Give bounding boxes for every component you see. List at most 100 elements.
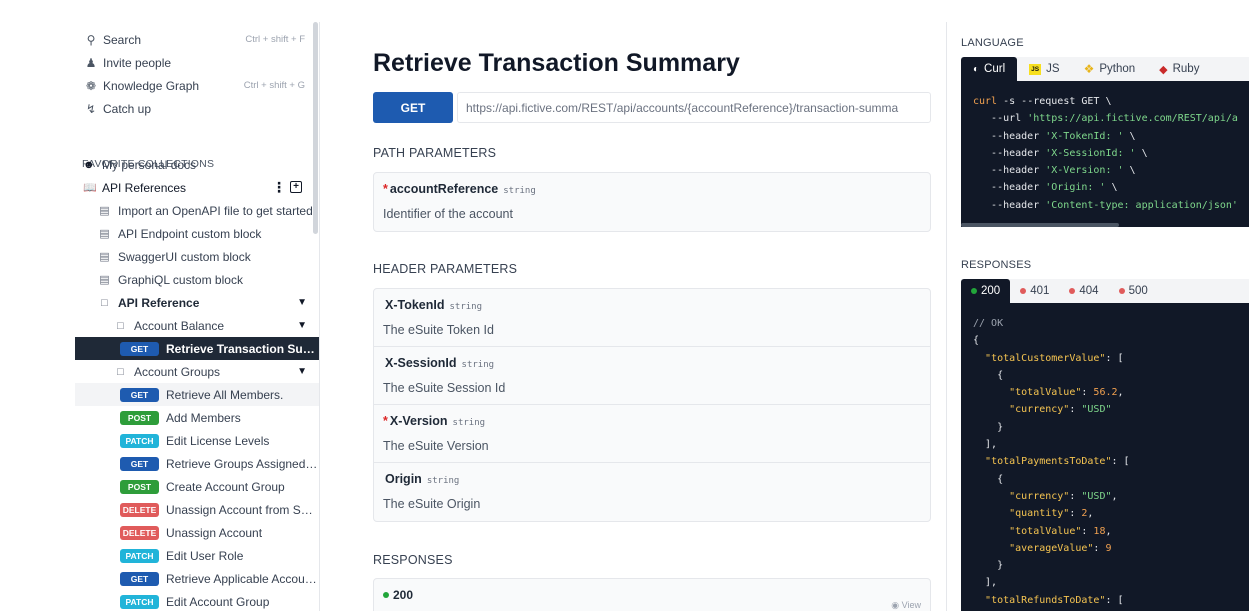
tab-response-500[interactable]: 500 xyxy=(1109,279,1158,303)
sidebar: ⚲ Search Ctrl + shift + F ♟ Invite peopl… xyxy=(75,22,320,611)
response-code-group: 200 xyxy=(383,588,413,602)
tab-ruby[interactable]: ◆ Ruby xyxy=(1147,57,1211,81)
json-key: "totalValue" xyxy=(1009,387,1082,399)
sidebar-doc-import-openapi[interactable]: ▤ Import an OpenAPI file to get started xyxy=(99,199,313,222)
json-key: "averageValue" xyxy=(1009,542,1094,554)
code-line: --header 'X-Version: ' \ xyxy=(973,162,1238,179)
sidebar-endpoint[interactable]: PATCH Edit Account Group xyxy=(75,590,319,611)
collection-actions: ⋮ + xyxy=(272,180,302,194)
required-marker: * xyxy=(383,182,388,196)
sidebar-doc-swaggerui[interactable]: ▤ SwaggerUI custom block xyxy=(99,245,251,268)
sidebar-folder-api-reference[interactable]: □ API Reference ▼ xyxy=(99,291,313,314)
code-line: --header 'Origin: ' \ xyxy=(973,179,1238,196)
sidebar-endpoint[interactable]: GET Retrieve Groups Assigned t... xyxy=(75,452,319,475)
response-code-block[interactable]: // OK { "totalCustomerValue": [ { "totalV… xyxy=(961,303,1249,611)
tab-curl[interactable]: ◐ Curl xyxy=(961,57,1018,81)
folder-icon: □ xyxy=(117,365,124,378)
language-heading: LANGUAGE xyxy=(961,37,1024,49)
status-dot xyxy=(383,592,389,598)
code-line: curl -s --request GET \ xyxy=(973,93,1238,110)
response-row[interactable]: 200 ◉ View xyxy=(373,578,931,611)
code-token: \ xyxy=(1135,147,1148,159)
view-link[interactable]: ◉ View xyxy=(891,600,921,611)
json-key: "totalCustomerValue" xyxy=(985,352,1106,364)
sidebar-folder-account-groups[interactable]: □ Account Groups ▼ xyxy=(115,360,313,383)
tab-response-200[interactable]: 200 xyxy=(961,279,1011,303)
param-name: accountReference xyxy=(389,182,499,196)
sidebar-endpoint-retrieve-transaction-summary[interactable]: GET Retrieve Transaction Summ... xyxy=(75,337,319,360)
sidebar-doc-api-endpoint[interactable]: ▤ API Endpoint custom block xyxy=(99,222,261,245)
method-badge: POST xyxy=(120,479,159,494)
endpoint-label: Retrieve Groups Assigned t... xyxy=(166,456,318,471)
document-icon: ▤ xyxy=(99,251,110,263)
sidebar-knowledge-graph[interactable]: ❁ Knowledge Graph Ctrl + shift + G xyxy=(75,74,313,97)
doc-label: Import an OpenAPI file to get started xyxy=(118,203,313,218)
code-token: 'Origin: ' xyxy=(1045,182,1106,194)
code-token: 'X-TokenId: ' xyxy=(1045,130,1124,142)
curl-code-block[interactable]: curl -s --request GET \ --url 'https://a… xyxy=(961,81,1249,227)
endpoint-label: Unassign Account from Sub... xyxy=(166,502,318,517)
sidebar-invite-people[interactable]: ♟ Invite people xyxy=(75,51,313,74)
code-line: --url 'https://api.fictive.com/REST/api/… xyxy=(973,110,1238,127)
code-line: "totalRefundsToDate": [ xyxy=(985,594,1124,606)
endpoint-label: Retrieve All Members. xyxy=(166,387,284,402)
sidebar-endpoint[interactable]: POST Create Account Group xyxy=(75,475,319,498)
method-button[interactable]: GET xyxy=(373,92,453,123)
sidebar-catch-up[interactable]: ↯ Catch up xyxy=(75,97,313,120)
endpoint-label: Edit User Role xyxy=(166,548,244,563)
code-token: --header xyxy=(973,199,1046,211)
sidebar-endpoint[interactable]: POST Add Members xyxy=(75,406,319,429)
sidebar-scrollbar[interactable] xyxy=(313,22,318,234)
chevron-down-icon[interactable]: ▼ xyxy=(297,297,307,308)
param-name: X-TokenId xyxy=(385,298,445,312)
tab-js[interactable]: JS JS xyxy=(1017,57,1071,81)
sidebar-doc-graphiql[interactable]: ▤ GraphiQL custom block xyxy=(99,268,243,291)
sidebar-personal-docs[interactable]: ☻ My personal docs xyxy=(83,153,313,176)
json-key: "quantity" xyxy=(1009,508,1070,520)
code-token: --header xyxy=(973,182,1046,194)
code-horizontal-scrollbar[interactable] xyxy=(961,223,1119,227)
method-badge: POST xyxy=(120,410,159,425)
chevron-down-icon[interactable]: ▼ xyxy=(297,320,307,331)
sidebar-endpoint[interactable]: GET Retrieve Applicable Accoun... xyxy=(75,567,319,590)
page-title: Retrieve Transaction Summary xyxy=(373,49,740,77)
tab-response-404[interactable]: 404 xyxy=(1059,279,1108,303)
document-icon: ▤ xyxy=(99,228,110,240)
eye-icon: ◉ xyxy=(891,600,902,610)
code-line: { xyxy=(973,335,980,347)
endpoint-url[interactable]: https://api.fictive.com/REST/api/account… xyxy=(457,92,931,123)
tab-label: Curl xyxy=(984,63,1006,75)
more-options-icon[interactable]: ⋮ xyxy=(272,180,286,194)
chevron-down-icon[interactable]: ▼ xyxy=(297,366,307,377)
sidebar-endpoint[interactable]: GET Retrieve All Members. xyxy=(75,383,319,406)
json-value: 2 xyxy=(1081,508,1088,520)
view-label: View xyxy=(901,600,921,610)
doc-label: SwaggerUI custom block xyxy=(118,249,251,264)
sidebar-endpoint[interactable]: PATCH Edit License Levels xyxy=(75,429,319,452)
param-type: string xyxy=(449,302,483,312)
tab-label: JS xyxy=(1046,63,1060,75)
add-page-icon[interactable]: + xyxy=(290,181,302,193)
header-parameters-heading: HEADER PARAMETERS xyxy=(373,262,518,276)
param-name-group: X-SessionId string xyxy=(383,356,494,370)
curl-icon: ◐ xyxy=(973,63,980,75)
sidebar-endpoint[interactable]: DELETE Unassign Account xyxy=(75,521,319,544)
endpoint-label: Create Account Group xyxy=(166,479,285,494)
folder-icon: □ xyxy=(117,319,124,332)
json-value: 56.2 xyxy=(1093,387,1118,399)
sidebar-endpoint[interactable]: DELETE Unassign Account from Sub... xyxy=(75,498,319,521)
api-references-label: API References xyxy=(102,180,187,195)
param-row: X-SessionId string The eSuite Session Id xyxy=(374,347,930,405)
tab-response-401[interactable]: 401 xyxy=(1010,279,1059,303)
lightning-icon: ↯ xyxy=(85,101,97,116)
code-token: --header xyxy=(973,165,1046,177)
sidebar-api-references[interactable]: 📖 API References ⋮ + xyxy=(83,176,313,199)
tab-python[interactable]: ❖ Python xyxy=(1072,57,1148,81)
path-parameters-heading: PATH PARAMETERS xyxy=(373,146,497,160)
sidebar-folder-account-balance[interactable]: □ Account Balance ▼ xyxy=(115,314,313,337)
search-shortcut: Ctrl + shift + F xyxy=(245,34,305,45)
sidebar-endpoint[interactable]: PATCH Edit User Role xyxy=(75,544,319,567)
sidebar-invite-label: Invite people xyxy=(103,55,172,70)
sidebar-search[interactable]: ⚲ Search Ctrl + shift + F xyxy=(75,28,313,51)
code-line: "totalPaymentsToDate": [ xyxy=(985,456,1130,468)
